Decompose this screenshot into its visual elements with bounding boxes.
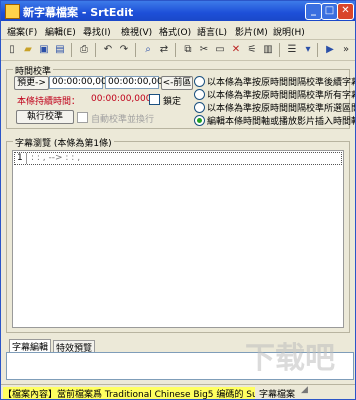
status-bar: 【檔案內容】當前檔案爲 Traditional Chinese Big5 编碼的… — [1, 384, 355, 400]
new-file-icon[interactable]: ▯ — [5, 43, 19, 57]
window-title: 新字幕檔案 - SrtEdit — [23, 6, 134, 19]
watermark: 下载吧 — [245, 341, 335, 376]
option-radio-1[interactable] — [194, 76, 205, 87]
app-window: 新字幕檔案 - SrtEdit _ □ ✕ 檔案(F) 編輯(E) 尋找(I) … — [0, 0, 356, 400]
menu-edit[interactable]: 編輯(E) — [45, 25, 76, 38]
auto-calibrate-label: 自動校準並換行 — [91, 115, 155, 125]
tab-subtitle-edit[interactable]: 字幕編輯 — [9, 339, 52, 353]
cut-icon[interactable]: ✂ — [197, 43, 211, 57]
option-radio-2[interactable] — [194, 89, 205, 100]
list-icon[interactable]: ☰ — [285, 43, 299, 57]
option-label-2: 以本條為準按原時間間隔校準所有字幕 — [207, 91, 356, 101]
find-icon[interactable]: ⌕ — [141, 43, 155, 57]
option-radio-3[interactable] — [194, 102, 205, 113]
auto-calibrate-checkbox[interactable] — [77, 112, 88, 123]
row-timecode: : : , --> : : , — [31, 153, 81, 163]
preview-group: 字幕瀏覽 (本條為第1條) 1 : : , --> : : , — [6, 136, 350, 333]
menu-help[interactable]: 說明(H) — [273, 25, 305, 38]
start-time-field[interactable]: 00:00:00,000 — [49, 76, 112, 89]
cut-paste-icon[interactable]: ⚟ — [245, 43, 259, 57]
more-icon[interactable]: » — [339, 43, 353, 57]
menu-video[interactable]: 影片(M) — [235, 25, 268, 38]
save-icon[interactable]: ▣ — [37, 43, 51, 57]
lock-checkbox[interactable] — [149, 94, 160, 105]
undo-icon[interactable]: ↶ — [101, 43, 115, 57]
maximize-button[interactable]: □ — [321, 3, 338, 20]
app-icon — [5, 4, 20, 19]
duration-value: 00:00:00,000 — [91, 94, 152, 104]
duration-label: 本條持續時間： — [17, 97, 81, 107]
prev-time-button[interactable]: 預更-> — [14, 76, 49, 90]
timing-group: 時間校準 預更-> 00:00:00,000 00:00:00,000 <-前區… — [6, 64, 355, 129]
replace-icon[interactable]: ⇄ — [157, 43, 171, 57]
row-index: 1 — [17, 153, 23, 163]
option-radio-4[interactable] — [194, 115, 205, 126]
print-icon[interactable]: ⎙ — [77, 43, 91, 57]
table-row[interactable]: 1 : : , --> : : , — [14, 152, 342, 165]
minimize-button[interactable]: _ — [305, 3, 322, 20]
toolbar: ▯ ▰ ▣ ▤ ⎙ ↶ ↷ ⌕ ⇄ ⧉ ✂ ▭ ✕ ⚟ ▥ ☰ ▾ ▶ » — [1, 40, 355, 61]
option-label-3: 以本條為準按原時間間隔校準所選區間 — [207, 104, 356, 114]
end-time-field[interactable]: 00:00:00,000 — [105, 76, 168, 89]
option-label-4: 編輯本條時間軸或播放影片插入時間軸 — [207, 117, 356, 127]
lock-label: 鎖定 — [163, 97, 182, 107]
end-time-button[interactable]: <-前區 — [161, 76, 193, 90]
resize-grip-icon: ◢ — [301, 385, 308, 395]
menu-file[interactable]: 檔案(F) — [7, 25, 37, 38]
status-content: 【檔案內容】當前檔案爲 Traditional Chinese Big5 编碼的… — [3, 387, 255, 399]
menu-language[interactable]: 語言(L) — [197, 25, 227, 38]
preview-group-label: 字幕瀏覽 (本條為第1條) — [13, 136, 114, 149]
close-button[interactable]: ✕ — [337, 3, 354, 20]
paste-icon[interactable]: ▭ — [213, 43, 227, 57]
menu-find[interactable]: 尋找(I) — [83, 25, 111, 38]
subtitle-list[interactable]: 1 : : , --> : : , — [12, 150, 344, 328]
redo-icon[interactable]: ↷ — [117, 43, 131, 57]
paste-special-icon[interactable]: ▥ — [261, 43, 275, 57]
save-as-icon[interactable]: ▤ — [53, 43, 67, 57]
menu-bar: 檔案(F) 編輯(E) 尋找(I) 檢視(V) 格式(O) 語言(L) 影片(M… — [1, 22, 355, 40]
dropdown-icon[interactable]: ▾ — [301, 43, 315, 57]
menu-format[interactable]: 格式(O) — [159, 25, 191, 38]
title-bar: 新字幕檔案 - SrtEdit _ □ ✕ — [1, 1, 355, 21]
menu-view[interactable]: 檢視(V) — [121, 25, 152, 38]
copy-icon[interactable]: ⧉ — [181, 43, 195, 57]
open-folder-icon[interactable]: ▰ — [21, 43, 35, 57]
execute-calibration-button[interactable]: 執行校準 — [16, 110, 74, 124]
option-label-1: 以本條為準按原時間間隔校準後續字幕 — [207, 78, 356, 88]
delete-icon[interactable]: ✕ — [229, 43, 243, 57]
play-icon[interactable]: ▶ — [323, 43, 337, 57]
status-panel: 字幕檔案 — [259, 390, 296, 400]
